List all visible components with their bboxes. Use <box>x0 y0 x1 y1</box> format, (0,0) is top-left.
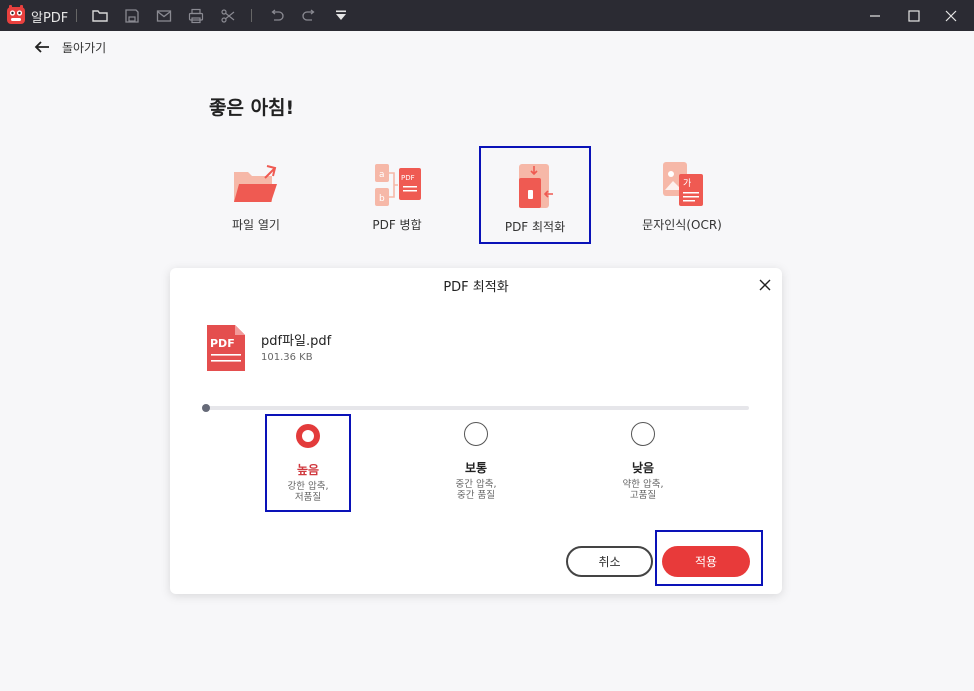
svg-text:가: 가 <box>683 178 691 189</box>
app-name: 알PDF <box>31 11 69 26</box>
option-desc-line2: 저품질 <box>294 492 322 503</box>
tool-label: 파일 열기 <box>232 218 280 232</box>
option-desc-line1: 중간 압축, <box>455 479 497 490</box>
close-icon <box>759 279 771 291</box>
option-desc-line1: 약한 압축, <box>622 479 664 490</box>
option-description: 약한 압축, 고품질 <box>623 479 664 501</box>
dialog-close-button[interactable] <box>758 278 772 292</box>
option-low[interactable]: 낮음 약한 압축, 고품질 <box>600 414 686 512</box>
dropdown-arrow-icon[interactable] <box>332 7 350 25</box>
scissors-icon[interactable] <box>219 7 237 25</box>
option-high[interactable]: 높음 강한 압축, 저품질 <box>265 414 351 512</box>
option-medium[interactable]: 보통 중간 압축, 중간 품질 <box>433 414 519 512</box>
option-desc-line2: 중간 품질 <box>457 490 495 501</box>
maximize-icon <box>908 9 920 22</box>
svg-text:a: a <box>379 170 385 180</box>
radio-unselected[interactable] <box>464 422 488 446</box>
file-size: 101.36 KB <box>261 352 313 363</box>
compression-slider-handle[interactable] <box>202 404 210 412</box>
svg-text:PDF: PDF <box>401 174 415 182</box>
tool-pdf-merge[interactable]: a b PDF PDF 병합 <box>341 146 453 244</box>
title-bar: 알PDF <box>0 0 974 31</box>
pdf-merge-icon: a b PDF <box>372 162 422 208</box>
divider <box>76 9 77 22</box>
pdf-compress-icon <box>510 164 560 210</box>
option-desc-line1: 강한 압축, <box>287 481 329 492</box>
arrow-left-icon <box>34 41 49 53</box>
open-folder-icon[interactable] <box>91 7 109 25</box>
redo-icon[interactable] <box>300 7 318 25</box>
dialog-title: PDF 최적화 <box>443 280 509 295</box>
option-description: 중간 압축, 중간 품질 <box>456 479 497 501</box>
save-icon[interactable] <box>123 7 141 25</box>
option-desc-line2: 고품질 <box>629 490 657 501</box>
undo-icon[interactable] <box>268 7 286 25</box>
tool-open-file[interactable]: 파일 열기 <box>200 146 312 244</box>
back-label: 돌아가기 <box>62 40 107 55</box>
tool-ocr[interactable]: 가 문자인식(OCR) <box>626 146 738 244</box>
greeting-heading: 좋은 아침! <box>209 97 295 119</box>
option-title: 낮음 <box>631 461 655 475</box>
file-name: pdf파일.pdf <box>261 334 332 349</box>
compression-slider-track[interactable] <box>206 406 749 410</box>
pdf-file-icon: PDF <box>205 323 247 373</box>
divider <box>251 9 252 22</box>
close-icon <box>945 10 957 21</box>
option-title: 높음 <box>296 463 320 477</box>
option-title: 보통 <box>464 461 488 475</box>
pdf-file-icon-text: PDF <box>210 337 235 350</box>
minimize-icon <box>870 14 880 17</box>
tool-label: 문자인식(OCR) <box>642 218 722 232</box>
svg-text:b: b <box>379 194 385 204</box>
back-button[interactable]: 돌아가기 <box>33 38 106 56</box>
print-icon[interactable] <box>187 7 205 25</box>
tool-label: PDF 병합 <box>372 218 422 232</box>
close-window-button[interactable] <box>928 0 974 31</box>
tool-label: PDF 최적화 <box>504 220 566 234</box>
mail-icon[interactable] <box>155 7 173 25</box>
apply-button[interactable]: 적용 <box>662 546 750 577</box>
tool-pdf-optimize[interactable]: PDF 최적화 <box>479 146 591 244</box>
ocr-icon: 가 <box>657 162 707 208</box>
folder-open-icon <box>231 162 281 208</box>
radio-unselected[interactable] <box>631 422 655 446</box>
radio-selected[interactable] <box>296 424 320 448</box>
cancel-button[interactable]: 취소 <box>566 546 653 577</box>
optimize-dialog: PDF 최적화 PDF pdf파일.pdf 101.36 KB 높음 강한 압축… <box>170 268 782 594</box>
app-logo-icon <box>5 4 27 26</box>
option-description: 강한 압축, 저품질 <box>288 481 329 503</box>
